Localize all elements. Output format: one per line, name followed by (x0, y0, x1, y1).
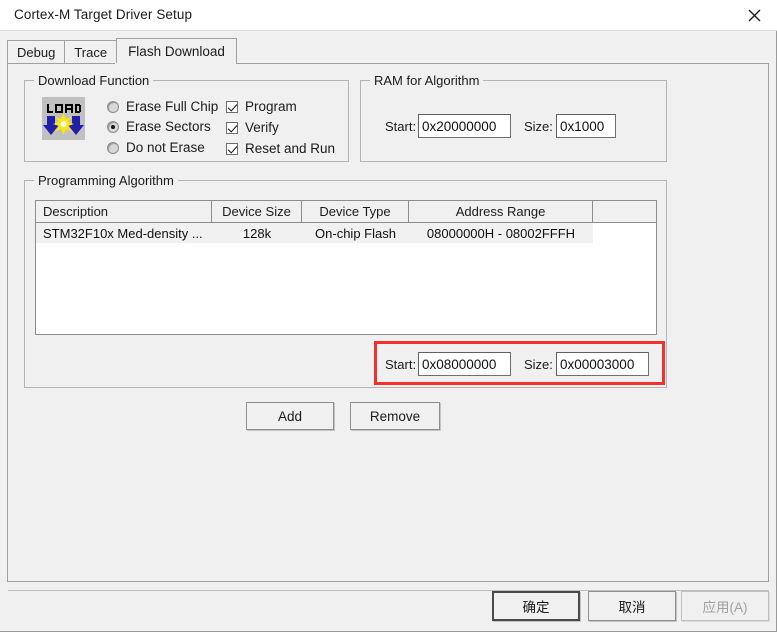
table-row[interactable]: STM32F10x Med-density ... 128k On-chip F… (36, 223, 656, 243)
algo-size-input[interactable]: 0x00003000 (556, 352, 649, 376)
column-header-device-size[interactable]: Device Size (212, 201, 302, 222)
tab-flash-download-label: Flash Download (128, 44, 225, 59)
ram-start-value: 0x20000000 (422, 118, 497, 134)
radio-erase-sectors[interactable]: Erase Sectors (107, 119, 211, 134)
checkbox-verify-label: Verify (245, 120, 279, 135)
dialog-window: Cortex-M Target Driver Setup Debug Trace… (0, 0, 777, 632)
radio-icon (107, 100, 119, 113)
tab-flash-download[interactable]: Flash Download (116, 38, 237, 64)
ram-start-label: Start: (385, 119, 417, 134)
column-header-device-type[interactable]: Device Type (302, 201, 409, 222)
apply-button: 应用(A) (681, 591, 769, 621)
cell-device-type: On-chip Flash (315, 225, 396, 241)
title-bar: Cortex-M Target Driver Setup (0, 0, 777, 31)
cell-address-range: 08000000H - 08002FFFH (426, 225, 576, 241)
add-button[interactable]: Add (246, 402, 334, 430)
checkbox-reset-and-run[interactable]: Reset and Run (226, 141, 335, 156)
cancel-button-label: 取消 (618, 600, 646, 615)
cancel-button[interactable]: 取消 (588, 591, 676, 621)
radio-erase-full-chip[interactable]: Erase Full Chip (107, 99, 218, 114)
algo-start-input[interactable]: 0x08000000 (418, 352, 511, 376)
download-function-legend: Download Function (34, 73, 154, 88)
algo-start-value: 0x08000000 (422, 356, 497, 372)
radio-erase-full-chip-label: Erase Full Chip (126, 99, 219, 114)
programming-algorithm-legend: Programming Algorithm (34, 173, 178, 188)
add-button-label: Add (277, 408, 303, 424)
ok-button[interactable]: 确定 (492, 591, 580, 621)
checkbox-program[interactable]: Program (226, 99, 297, 114)
table-header-row: Description Device Size Device Type Addr… (36, 201, 656, 223)
window-title: Cortex-M Target Driver Setup (14, 7, 193, 22)
checkbox-icon (226, 121, 238, 134)
column-header-extra[interactable] (593, 201, 656, 222)
algo-start-label: Start: (385, 357, 417, 372)
remove-button[interactable]: Remove (350, 402, 440, 430)
ram-size-input[interactable]: 0x1000 (556, 114, 616, 138)
tab-active-notch (115, 63, 216, 65)
ram-size-label: Size: (524, 119, 553, 134)
checkbox-verify[interactable]: Verify (226, 120, 279, 135)
tab-strip: Debug Trace Flash Download (7, 38, 237, 64)
remove-button-label: Remove (369, 408, 421, 424)
cell-extra (593, 223, 656, 243)
load-icon (42, 97, 85, 140)
apply-button-label: 应用(A) (702, 600, 748, 615)
tab-debug-label: Debug (17, 45, 56, 60)
radio-icon (107, 120, 119, 133)
ram-start-input[interactable]: 0x20000000 (418, 114, 511, 138)
radio-erase-sectors-label: Erase Sectors (126, 119, 211, 134)
radio-do-not-erase[interactable]: Do not Erase (107, 140, 205, 155)
tab-debug[interactable]: Debug (7, 40, 66, 64)
checkbox-icon (226, 100, 238, 113)
close-button[interactable] (731, 0, 777, 30)
tab-trace[interactable]: Trace (64, 40, 118, 64)
algo-size-value: 0x00003000 (560, 356, 635, 372)
radio-do-not-erase-label: Do not Erase (126, 140, 205, 155)
radio-icon (107, 141, 119, 154)
programming-algorithm-table[interactable]: Description Device Size Device Type Addr… (35, 200, 657, 335)
tab-trace-label: Trace (74, 45, 108, 60)
ok-button-label: 确定 (522, 600, 550, 615)
ram-size-value: 0x1000 (560, 118, 605, 134)
column-header-address-range[interactable]: Address Range (409, 201, 593, 222)
close-icon (748, 9, 761, 22)
checkbox-reset-and-run-label: Reset and Run (245, 141, 336, 156)
column-header-description[interactable]: Description (36, 201, 212, 222)
checkbox-program-label: Program (245, 99, 297, 114)
ram-for-algorithm-legend: RAM for Algorithm (370, 73, 484, 88)
cell-device-size: 128k (242, 225, 272, 241)
algo-size-label: Size: (524, 357, 553, 372)
cell-description: STM32F10x Med-density ... (43, 225, 203, 241)
checkbox-icon (226, 142, 238, 155)
